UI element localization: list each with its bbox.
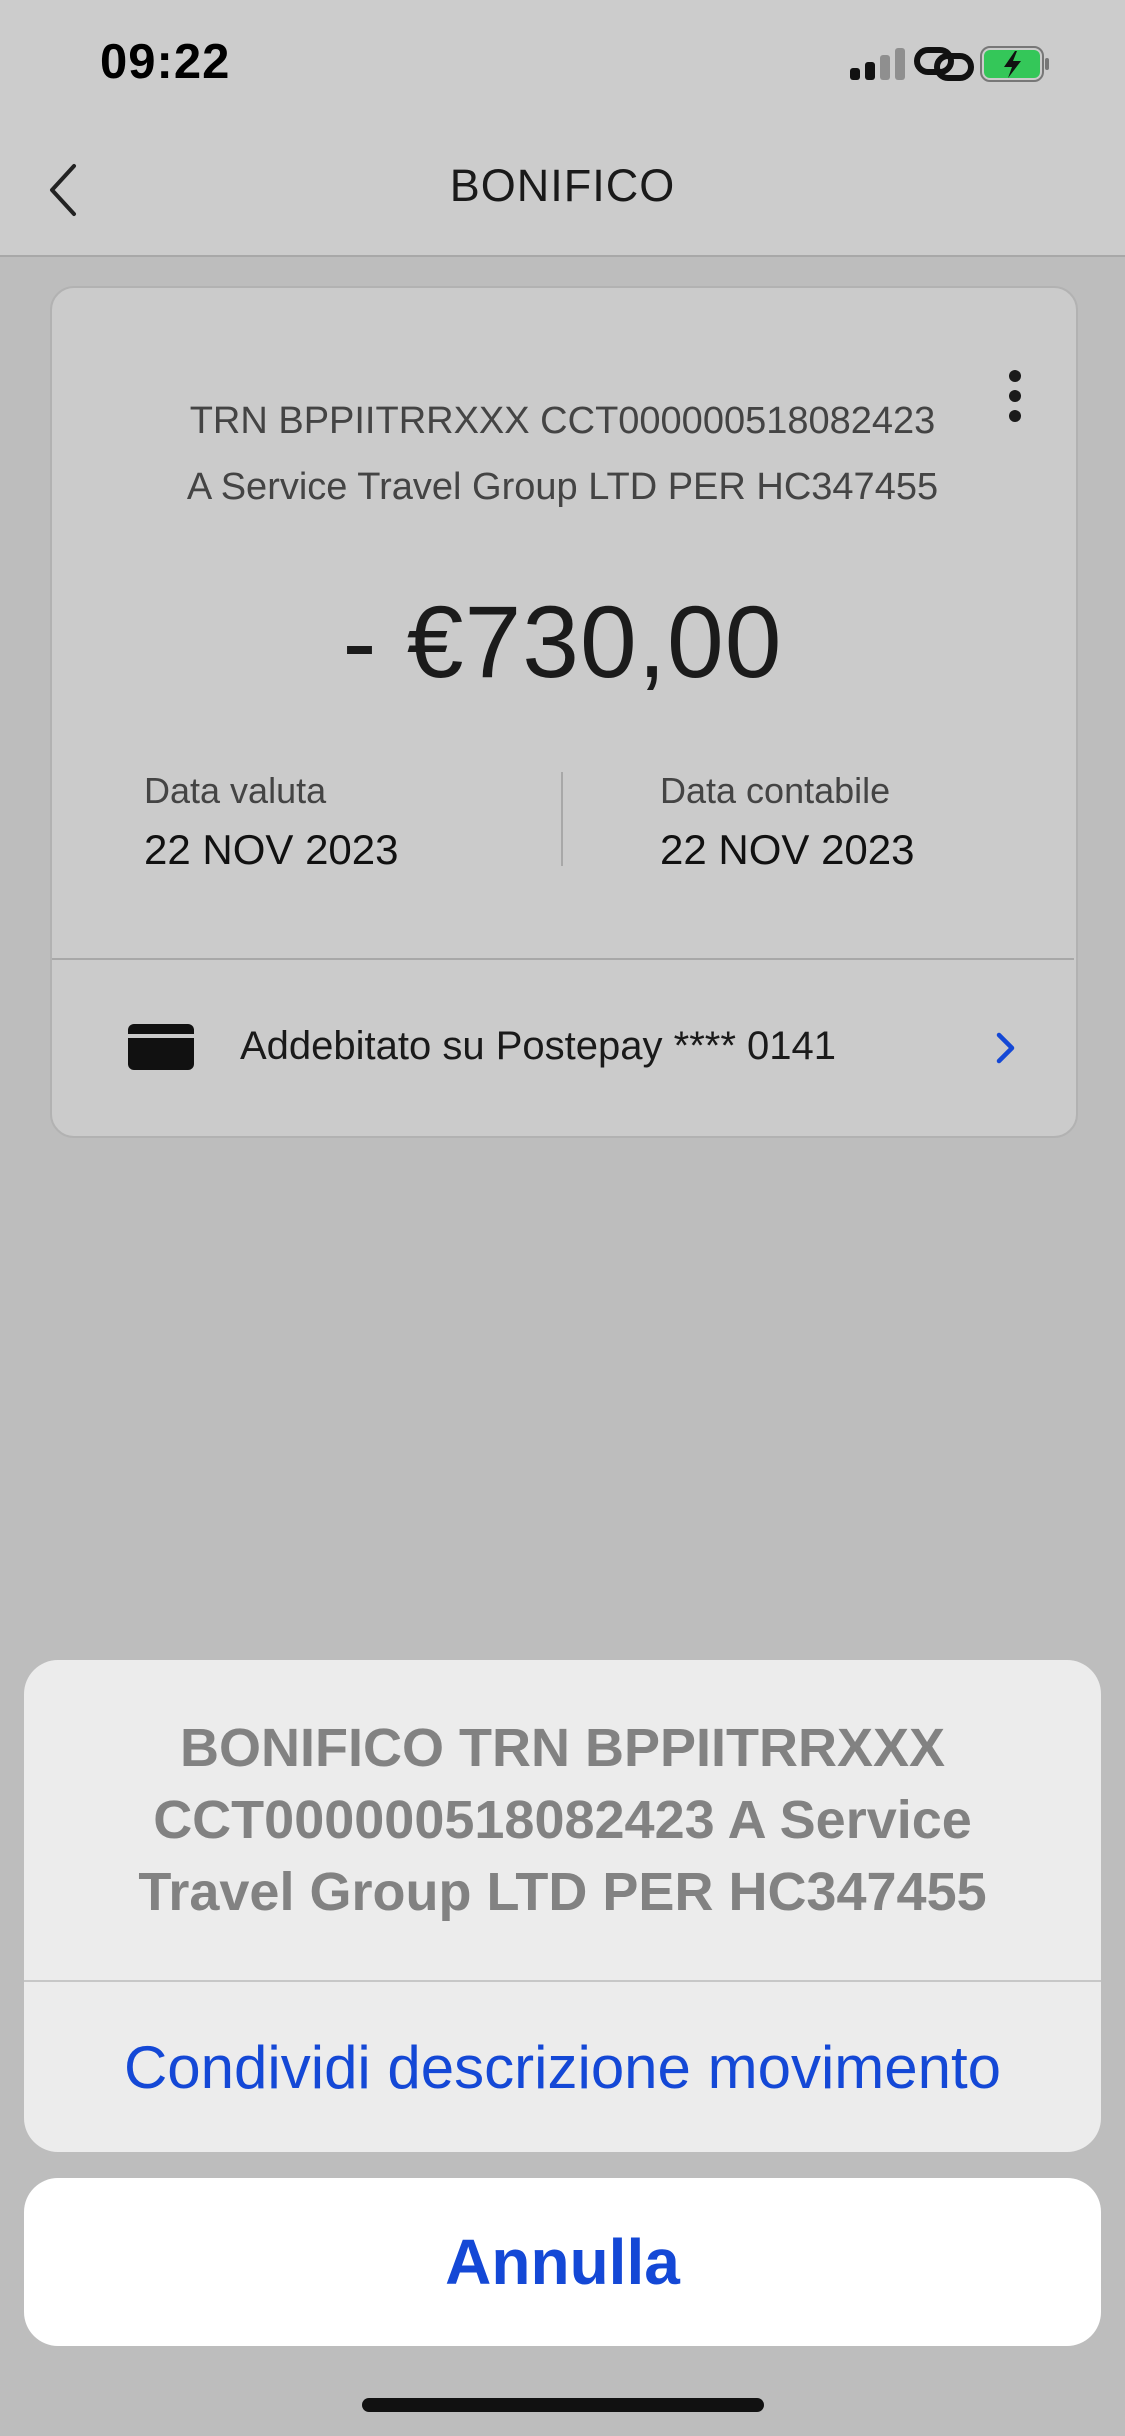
transaction-description: TRN BPPIITRRXXX CCT000000518082423 A Ser… bbox=[100, 388, 1025, 520]
home-indicator[interactable] bbox=[362, 2398, 764, 2412]
description-line-2: A Service Travel Group LTD PER HC347455 bbox=[186, 466, 939, 508]
message-line-1: BONIFICO TRN BPPIITRRXXX bbox=[179, 1718, 946, 1778]
date-divider bbox=[561, 772, 563, 866]
transaction-amount: - €730,00 bbox=[342, 585, 783, 699]
battery-icon bbox=[980, 46, 1049, 82]
debited-account[interactable]: Addebitato su Postepay **** 0141 bbox=[240, 1024, 836, 1069]
message-line-2: CCT000000518082423 A Service bbox=[153, 1790, 972, 1850]
credit-card-icon bbox=[128, 1024, 194, 1070]
accounting-date-label: Data contabile bbox=[660, 770, 891, 811]
message-line-3: Travel Group LTD PER HC347455 bbox=[138, 1862, 987, 1922]
page-title: BONIFICO bbox=[449, 160, 676, 211]
signal-icon bbox=[850, 48, 908, 80]
accounting-date: 22 NOV 2023 bbox=[660, 826, 915, 873]
link-icon bbox=[914, 47, 974, 81]
chevron-right-icon[interactable] bbox=[990, 1030, 1020, 1066]
value-date-label: Data valuta bbox=[144, 770, 327, 811]
value-date: 22 NOV 2023 bbox=[144, 826, 399, 873]
action-sheet-divider bbox=[24, 1980, 1101, 1982]
card-divider bbox=[52, 958, 1074, 960]
action-sheet-message: BONIFICO TRN BPPIITRRXXX CCT000000518082… bbox=[60, 1712, 1065, 1928]
share-description-button[interactable]: Condividi descrizione movimento bbox=[24, 1984, 1101, 2152]
description-line-1: TRN BPPIITRRXXX CCT000000518082423 bbox=[189, 400, 936, 442]
cancel-button[interactable]: Annulla bbox=[24, 2178, 1101, 2346]
status-time: 09:22 bbox=[100, 35, 231, 89]
